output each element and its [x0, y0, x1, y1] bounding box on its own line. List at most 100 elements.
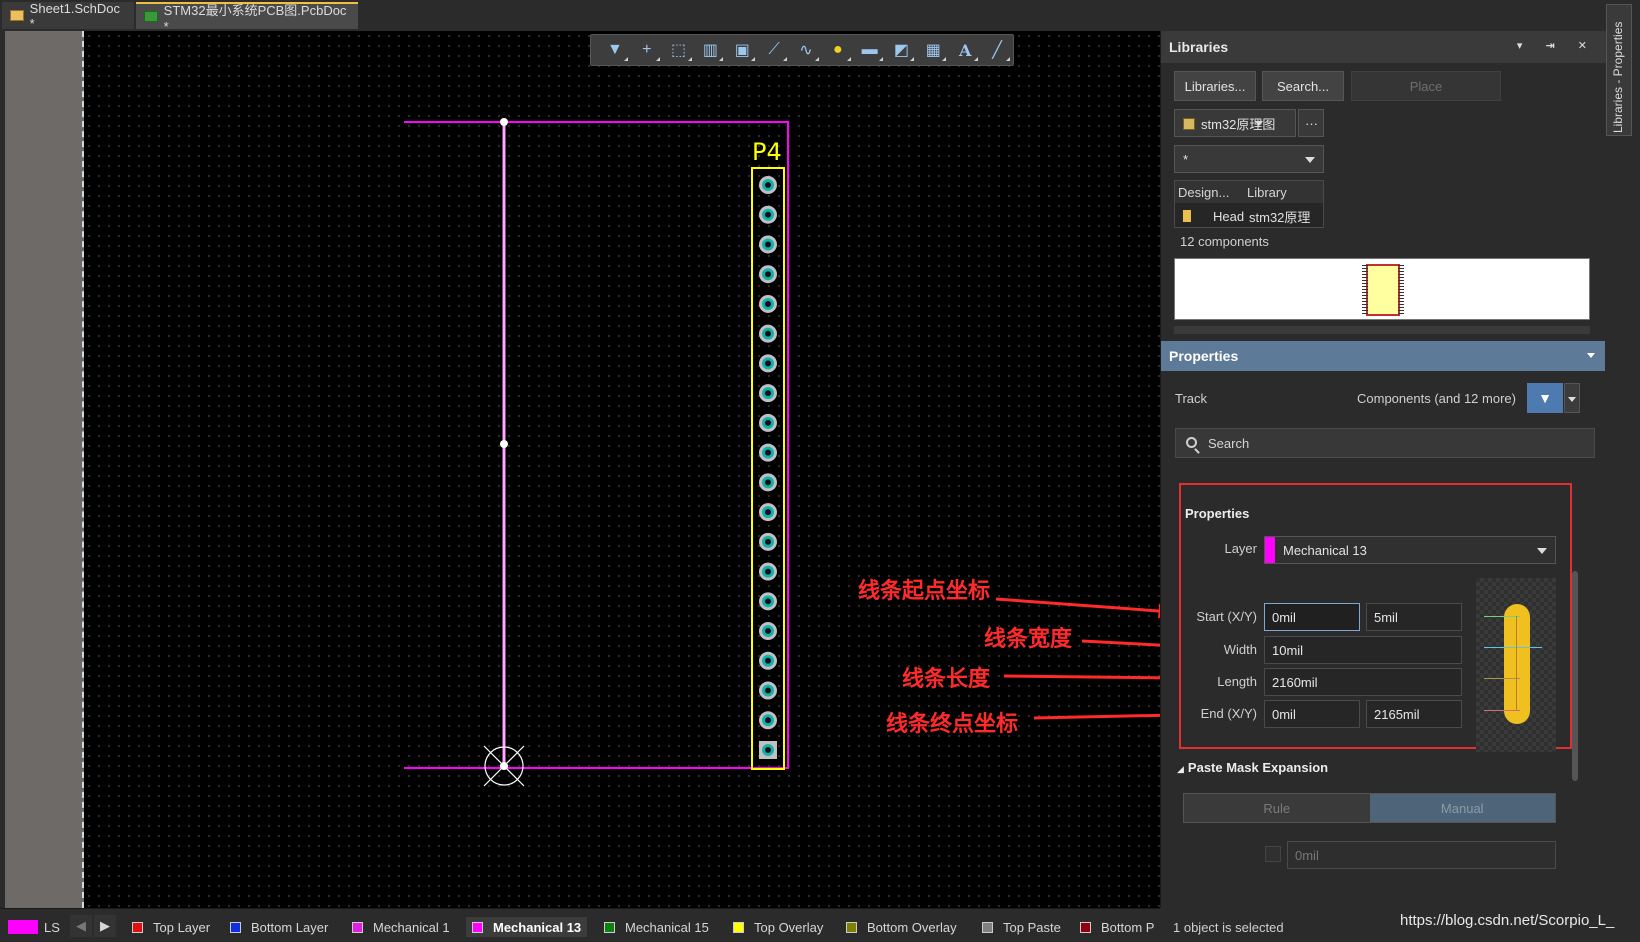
layer-color-swatch	[230, 921, 241, 933]
layer-select[interactable]: Mechanical 13	[1264, 536, 1556, 564]
layer-scroll-right[interactable]: ▶	[94, 915, 116, 937]
section-properties[interactable]: Properties	[1185, 506, 1249, 521]
layer-tab-bottom-layer[interactable]: Bottom Layer	[230, 917, 328, 937]
library-icon	[1183, 118, 1195, 130]
start-label: Start (X/Y)	[1196, 609, 1257, 624]
selection-status: 1 object is selected	[1173, 920, 1284, 935]
layer-color-swatch	[982, 921, 993, 933]
component-icon	[1183, 210, 1191, 222]
chevron-left-icon: ◀	[76, 918, 86, 933]
row-library: stm32原理	[1249, 209, 1311, 225]
annotation-start: 线条起点坐标	[858, 579, 991, 604]
end-y-input[interactable]: 2165mil	[1366, 700, 1462, 728]
paste-value-input[interactable]: 0mil	[1287, 841, 1556, 869]
annotation-end: 线条终点坐标	[886, 712, 1019, 737]
layer-tab-top-paste[interactable]: Top Paste	[982, 917, 1061, 937]
libraries-button[interactable]: Libraries...	[1174, 71, 1256, 101]
layer-tab-mechanical-13[interactable]: Mechanical 13	[466, 917, 588, 937]
layer-color-swatch	[733, 921, 744, 933]
track-shape-icon	[1504, 604, 1530, 724]
layer-label: Bottom Overlay	[867, 919, 957, 935]
start-x-input[interactable]: 0mil	[1264, 603, 1360, 631]
chevron-down-icon	[1255, 121, 1263, 126]
libraries-title: Libraries	[1169, 39, 1229, 55]
chevron-down-icon	[1537, 548, 1547, 554]
layer-label: Top Layer	[153, 919, 211, 935]
side-tab-label: Libraries - Properties	[1611, 21, 1625, 133]
layer-tab-top-layer[interactable]: Top Layer	[132, 917, 210, 937]
layer-tab-bottom-paste[interactable]: Bottom P	[1080, 917, 1160, 937]
column-library[interactable]: Library	[1247, 185, 1287, 200]
rule-option[interactable]: Rule	[1184, 794, 1370, 822]
model-list-header	[1174, 326, 1590, 334]
end-guide	[1484, 710, 1520, 711]
length-input[interactable]: 2160mil	[1264, 668, 1462, 696]
layer-color-swatch	[1080, 921, 1091, 933]
filter-button[interactable]: ▼	[1527, 383, 1563, 413]
watermark: https://blog.csdn.net/Scorpio_L_	[1400, 912, 1615, 929]
table-row[interactable]: Head stm32原理	[1175, 205, 1315, 227]
component-list[interactable]: Design... Library Head stm32原理	[1174, 180, 1324, 228]
search-button[interactable]: Search...	[1262, 71, 1344, 101]
libraries-panel-header: Libraries ▾ ⇥ ✕	[1161, 31, 1607, 63]
library-select-value: stm32原理图	[1201, 116, 1276, 132]
collapse-triangle-icon: ◢	[1177, 764, 1184, 774]
layer-set-selector[interactable]: LS	[8, 917, 60, 937]
panel-window-controls[interactable]: ▾ ⇥ ✕	[1517, 39, 1597, 52]
chevron-down-icon	[1305, 157, 1315, 163]
layer-tab-bottom-overlay[interactable]: Bottom Overlay	[846, 917, 957, 937]
layer-tabs-bar: LS ◀ ▶ Top Layer Bottom Layer Mechanical…	[0, 908, 1160, 942]
filter-dropdown[interactable]	[1564, 383, 1580, 413]
more-options-button[interactable]: ···	[1298, 109, 1324, 137]
filter-icon: ▼	[1538, 390, 1552, 406]
row-design: Head	[1213, 208, 1245, 224]
app-window: Sheet1.SchDoc * STM32最小系统PCB图.PcbDoc * P…	[0, 0, 1640, 942]
end-x-input[interactable]: 0mil	[1264, 700, 1360, 728]
layer-scroll-left[interactable]: ◀	[70, 915, 92, 937]
paste-title: Paste Mask Expansion	[1187, 760, 1329, 775]
properties-search-input[interactable]: Search	[1175, 428, 1595, 458]
footprint-preview	[1174, 258, 1590, 320]
paste-checkbox[interactable]	[1265, 846, 1281, 862]
layer-color-swatch	[604, 921, 615, 933]
annotation-width: 线条宽度	[984, 627, 1073, 652]
right-panel: Libraries ▾ ⇥ ✕ Libraries... Search... P…	[1160, 31, 1607, 908]
layer-color-swatch	[352, 921, 363, 933]
start-guide	[1484, 616, 1520, 617]
chevron-right-icon: ▶	[100, 918, 110, 933]
width-input[interactable]: 10mil	[1264, 636, 1462, 664]
layer-label: Top Paste	[1003, 919, 1061, 935]
width-guide	[1484, 647, 1542, 648]
layer-color-swatch	[472, 921, 483, 933]
layer-tab-mechanical-1[interactable]: Mechanical 1	[352, 917, 450, 937]
scrollbar[interactable]	[1572, 571, 1578, 781]
end-label: End (X/Y)	[1200, 706, 1257, 721]
paste-mode-toggle[interactable]: Rule Manual	[1183, 793, 1556, 823]
search-icon	[1186, 437, 1197, 448]
side-panel-tab[interactable]: Libraries - Properties	[1606, 4, 1632, 136]
place-button[interactable]: Place	[1351, 71, 1501, 101]
layer-color-swatch	[132, 921, 143, 933]
properties-panel-header[interactable]: Properties	[1161, 341, 1605, 371]
layer-tab-mechanical-15[interactable]: Mechanical 15	[604, 917, 709, 937]
layer-label: Mechanical 1	[373, 919, 450, 935]
section-paste-mask[interactable]: ◢ Paste Mask Expansion	[1177, 760, 1328, 775]
filter-scope: Components (and 12 more)	[1357, 391, 1516, 406]
length-label: Length	[1217, 674, 1257, 689]
layer-label: Layer	[1224, 541, 1257, 556]
component-preview-body	[1366, 264, 1400, 316]
layer-color-swatch	[846, 921, 857, 933]
component-filter-value: *	[1183, 151, 1189, 167]
component-list-header: Design... Library	[1175, 181, 1323, 203]
length-axis	[1516, 616, 1517, 710]
library-select[interactable]: stm32原理图	[1174, 109, 1296, 137]
component-count: 12 components	[1180, 234, 1269, 249]
manual-option[interactable]: Manual	[1369, 794, 1555, 822]
start-y-input[interactable]: 5mil	[1366, 603, 1462, 631]
column-design[interactable]: Design...	[1178, 185, 1229, 200]
layer-value: Mechanical 13	[1283, 542, 1367, 558]
layer-tab-top-overlay[interactable]: Top Overlay	[733, 917, 823, 937]
layer-label: Top Overlay	[754, 919, 824, 935]
length-guide	[1484, 678, 1520, 679]
component-filter[interactable]: *	[1174, 145, 1324, 173]
